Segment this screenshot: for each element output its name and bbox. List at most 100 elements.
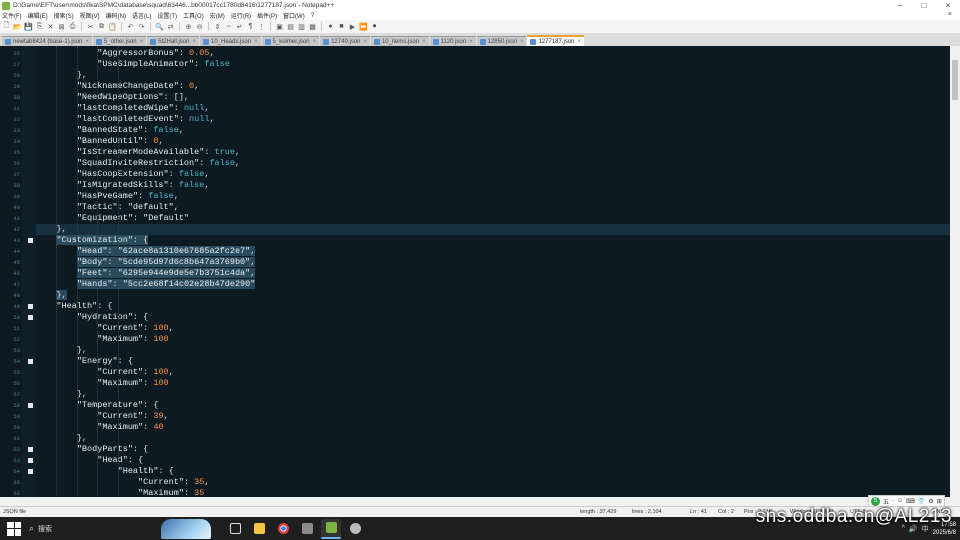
close-document-icon[interactable]: × — [948, 11, 952, 18]
code-line[interactable]: "IsStreamerModeAvailable": true, — [36, 147, 950, 158]
code-line[interactable]: "UseSimpleAnimator": false — [36, 59, 950, 70]
tab-file[interactable]: 12740.json × — [320, 36, 370, 46]
paste-icon[interactable]: 📋 — [108, 22, 117, 31]
open-file-icon[interactable]: 📂 — [13, 22, 22, 31]
minimize-button[interactable]: – — [888, 0, 912, 11]
code-line[interactable]: "lastCompletedWipe": null, — [36, 103, 950, 114]
code-area[interactable]: "AggressorBonus": 0.05, "UseSimpleAnimat… — [36, 46, 950, 506]
tab-close-icon[interactable]: × — [520, 39, 524, 45]
show-all-chars-icon[interactable]: ¶ — [246, 22, 255, 31]
code-line[interactable]: }, — [36, 290, 950, 301]
tab-file[interactable]: 1120.json × — [429, 36, 476, 46]
save-macro-icon[interactable]: ⏺ — [370, 22, 379, 31]
tab-close-icon[interactable]: × — [363, 39, 367, 45]
ime-punct-icon[interactable]: · — [892, 498, 894, 504]
tab-file[interactable]: newtab8424 (base-1).json × — [2, 36, 92, 46]
file-explorer-icon[interactable] — [249, 519, 269, 539]
menu-edit[interactable]: 编辑(E) — [28, 11, 48, 20]
code-line[interactable]: "Maximum": 100 — [36, 334, 950, 345]
menu-macro[interactable]: 宏(M) — [210, 11, 225, 20]
code-line[interactable]: "HasCoopExtension": false, — [36, 169, 950, 180]
tab-file[interactable]: 12850.json × — [476, 36, 527, 46]
code-line[interactable]: "Current": 100, — [36, 367, 950, 378]
app-icon[interactable] — [297, 519, 317, 539]
chrome-icon[interactable] — [273, 519, 293, 539]
fold-toggle-icon[interactable] — [28, 403, 33, 408]
undo-icon[interactable]: ↶ — [126, 22, 135, 31]
horizontal-scrollbar[interactable] — [0, 497, 950, 506]
code-line[interactable]: }, — [36, 224, 950, 235]
code-line[interactable]: "Feet": "6295e944e9de5e7b3751c4da", — [36, 268, 950, 279]
record-macro-icon[interactable]: ● — [326, 22, 335, 31]
maximize-button[interactable]: □ — [912, 0, 936, 11]
fold-toggle-icon[interactable] — [28, 238, 33, 243]
fold-margin[interactable] — [22, 46, 36, 506]
task-view-icon[interactable] — [225, 519, 245, 539]
ime-emoji-icon[interactable]: ☺ — [897, 498, 903, 504]
print-icon[interactable]: ⎙ — [68, 22, 77, 31]
close-all-icon[interactable]: ⊠ — [57, 22, 66, 31]
code-line[interactable]: "lastCompletedEvent": null, — [36, 114, 950, 125]
menu-file[interactable]: 文件(F) — [2, 11, 22, 20]
code-line[interactable]: "Temperature": { — [36, 400, 950, 411]
tab-close-icon[interactable]: × — [85, 39, 89, 45]
fold-toggle-icon[interactable] — [28, 458, 33, 463]
menu-window[interactable]: 窗口(W) — [283, 11, 305, 20]
clock[interactable]: 17:58 2025/6/8 — [933, 521, 956, 537]
doc-map-icon[interactable]: ▤ — [286, 22, 295, 31]
code-line[interactable]: }, — [36, 433, 950, 444]
code-line[interactable]: }, — [36, 70, 950, 81]
input-language-icon[interactable]: 中 — [922, 524, 929, 534]
ime-toolbox-icon[interactable]: ⊞ — [937, 498, 942, 505]
tab-file[interactable]: 10_items.json × — [370, 36, 429, 46]
fold-toggle-icon[interactable] — [28, 304, 33, 309]
tab-file[interactable]: 5t2Hall.json × — [147, 36, 199, 46]
code-line[interactable]: "Current": 35, — [36, 477, 950, 488]
ime-skin-icon[interactable]: 👕 — [918, 498, 925, 505]
folder-workspace-icon[interactable]: ▦ — [308, 22, 317, 31]
menu-help[interactable]: ? — [311, 13, 314, 19]
fold-toggle-icon[interactable] — [28, 447, 33, 452]
scrollbar-thumb[interactable] — [952, 60, 958, 100]
fold-toggle-icon[interactable] — [28, 315, 33, 320]
close-button[interactable]: × — [936, 0, 960, 11]
zoom-out-icon[interactable]: ⊖ — [195, 22, 204, 31]
code-line[interactable]: }, — [36, 389, 950, 400]
zoom-in-icon[interactable]: ⊕ — [184, 22, 193, 31]
code-line[interactable]: "Current": 39, — [36, 411, 950, 422]
indent-guide-icon[interactable]: ⋮ — [257, 22, 266, 31]
ime-settings-icon[interactable]: ⚙ — [928, 498, 933, 505]
code-line[interactable]: "Tactic": "default", — [36, 202, 950, 213]
new-file-icon[interactable]: 🗋 — [2, 22, 11, 31]
code-line[interactable]: "Maximum": 40 — [36, 422, 950, 433]
windows-start-icon[interactable] — [7, 521, 21, 536]
code-line[interactable]: "Hydration": { — [36, 312, 950, 323]
menu-view[interactable]: 视图(V) — [80, 11, 100, 20]
stop-macro-icon[interactable]: ■ — [337, 22, 346, 31]
tab-close-icon[interactable]: × — [254, 39, 258, 45]
menu-search[interactable]: 搜索(S) — [54, 11, 74, 20]
code-line[interactable]: "Customization": { — [36, 235, 950, 246]
game-launcher-icon[interactable] — [345, 519, 365, 539]
ime-mode-icon[interactable]: 五 — [883, 497, 889, 506]
redo-icon[interactable]: ↷ — [137, 22, 146, 31]
function-list-icon[interactable]: ▥ — [297, 22, 306, 31]
code-line[interactable]: "NicknameChangeDate": 0, — [36, 81, 950, 92]
tab-close-icon[interactable]: × — [313, 39, 317, 45]
tray-overflow-icon[interactable]: ^ — [902, 525, 905, 532]
menu-encoding[interactable]: 编码(N) — [106, 11, 126, 20]
play-macro-icon[interactable]: ▶ — [348, 22, 357, 31]
vertical-scrollbar[interactable] — [950, 46, 960, 506]
notepad-plus-plus-taskbar-icon[interactable] — [321, 518, 341, 539]
menu-run[interactable]: 运行(R) — [231, 11, 251, 20]
ime-keyboard-icon[interactable]: ⌨ — [906, 498, 915, 505]
tab-close-icon[interactable]: × — [469, 39, 473, 45]
sync-horizontal-icon[interactable]: ⇔ — [224, 22, 233, 31]
code-line[interactable]: "HasPveGame": false, — [36, 191, 950, 202]
tab-file[interactable]: 10_Heads.json × — [200, 36, 261, 46]
tab-close-icon[interactable]: × — [192, 39, 196, 45]
editor-pane[interactable]: 26 27 28 29 30 31 32 33 34 35 36 37 38 39 40 41 42 43 44 45… — [0, 46, 960, 506]
volume-icon[interactable]: 🔊 — [909, 525, 918, 533]
code-line[interactable]: }, — [36, 345, 950, 356]
code-line[interactable]: "Head": "62ace8a1310e67685a2fc2e7", — [36, 246, 950, 257]
